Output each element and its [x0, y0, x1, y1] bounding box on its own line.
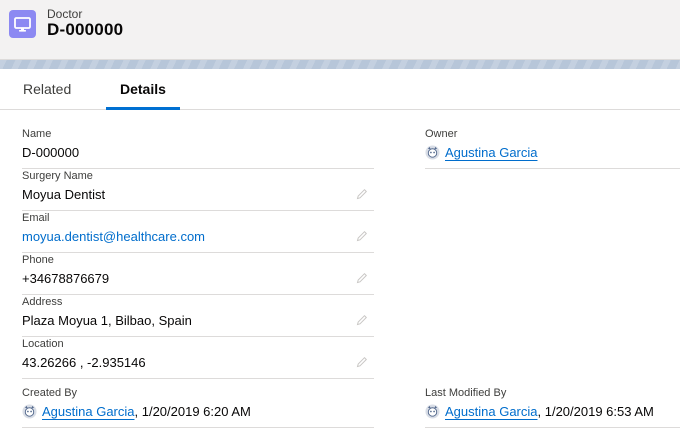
- field-last-modified-by: Last Modified By Agustina Garcia, 1/20/2…: [425, 387, 680, 428]
- record-title: D-000000: [47, 20, 124, 39]
- field-phone: Phone +34678876679: [22, 254, 374, 295]
- field-label: Owner: [425, 128, 458, 140]
- field-created-by: Created By Agustina Garcia, 1/20/2019 6:…: [22, 387, 374, 428]
- field-owner: Owner Agustina Garcia: [425, 128, 680, 169]
- field-value: D-000000: [22, 145, 80, 160]
- field-label: Name: [22, 128, 52, 140]
- field-label: Last Modified By: [425, 387, 507, 399]
- user-avatar-icon: [425, 404, 440, 419]
- object-type-label: Doctor: [47, 7, 83, 21]
- edit-pencil-icon[interactable]: [356, 188, 368, 200]
- tab-bar: Related Details: [0, 69, 680, 110]
- edit-pencil-icon[interactable]: [356, 230, 368, 242]
- field-location: Location 43.26266 , -2.935146: [22, 338, 374, 379]
- active-tab-indicator: [106, 107, 180, 110]
- email-link[interactable]: moyua.dentist@healthcare.com: [22, 229, 205, 244]
- field-name: Name D-000000: [22, 128, 374, 169]
- field-value: 43.26266 , -2.935146: [22, 355, 146, 370]
- field-label: Phone: [22, 254, 54, 266]
- edit-pencil-icon[interactable]: [356, 356, 368, 368]
- edit-pencil-icon[interactable]: [356, 314, 368, 326]
- field-value: Plaza Moyua 1, Bilbao, Spain: [22, 313, 192, 328]
- owner-user-link[interactable]: Agustina Garcia: [445, 145, 538, 160]
- field-label: Address: [22, 296, 63, 308]
- created-date: , 1/20/2019 6:20 AM: [134, 404, 251, 419]
- user-avatar-icon: [22, 404, 37, 419]
- field-email: Email moyua.dentist@healthcare.com: [22, 212, 374, 253]
- header-banner: [0, 60, 680, 69]
- field-label: Location: [22, 338, 64, 350]
- field-value: Agustina Garcia: [425, 145, 538, 160]
- field-value: Agustina Garcia, 1/20/2019 6:53 AM: [425, 404, 654, 419]
- last-modified-user-link[interactable]: Agustina Garcia: [445, 404, 538, 419]
- monitor-icon: [9, 10, 36, 38]
- user-avatar-icon: [425, 145, 440, 160]
- tab-details[interactable]: Details: [120, 81, 166, 97]
- field-label: Surgery Name: [22, 170, 93, 182]
- field-value: Agustina Garcia, 1/20/2019 6:20 AM: [22, 404, 251, 419]
- last-modified-date: , 1/20/2019 6:53 AM: [537, 404, 654, 419]
- record-header: Doctor D-000000: [0, 0, 680, 60]
- field-surgery-name: Surgery Name Moyua Dentist: [22, 170, 374, 211]
- field-value: Moyua Dentist: [22, 187, 106, 202]
- field-value: +34678876679: [22, 271, 110, 286]
- field-label: Created By: [22, 387, 78, 399]
- edit-pencil-icon[interactable]: [356, 272, 368, 284]
- created-by-user-link[interactable]: Agustina Garcia: [42, 404, 135, 419]
- tab-related[interactable]: Related: [23, 81, 71, 97]
- field-label: Email: [22, 212, 50, 224]
- field-address: Address Plaza Moyua 1, Bilbao, Spain: [22, 296, 374, 337]
